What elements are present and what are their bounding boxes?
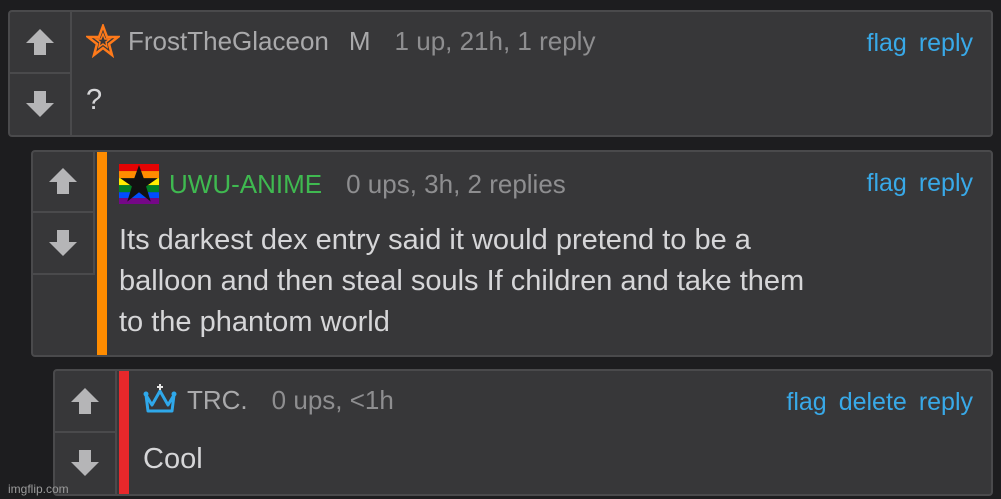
reply-link[interactable]: reply xyxy=(919,388,973,417)
watermark: imgflip.com xyxy=(8,482,69,496)
reply-link[interactable]: reply xyxy=(919,29,973,58)
flag-link[interactable]: flag xyxy=(867,29,907,58)
comment-trc: TRC. 0 ups, <1h flag delete reply Cool xyxy=(53,369,993,496)
downvote-button[interactable] xyxy=(10,74,70,136)
arrow-up-icon xyxy=(49,168,77,195)
comment-text: ? xyxy=(86,84,103,116)
arrow-up-icon xyxy=(71,387,99,414)
reply-stripe xyxy=(119,371,129,494)
upvote-button[interactable] xyxy=(33,152,93,213)
comment-stats: 1 up, 21h, 1 reply xyxy=(394,25,596,56)
reply-stripe xyxy=(97,152,107,355)
star-outline-icon xyxy=(86,24,120,58)
username[interactable]: FrostTheGlaceon xyxy=(128,26,329,57)
reply-link[interactable]: reply xyxy=(919,169,973,198)
downvote-button[interactable] xyxy=(33,213,93,274)
comment-text: Its darkest dex entry said it would pret… xyxy=(119,224,805,338)
crown-icon xyxy=(143,384,177,413)
comment-frosttheglaceon: FrostTheGlaceon M 1 up, 21h, 1 reply fla… xyxy=(8,10,993,137)
arrow-down-icon xyxy=(49,229,77,256)
vote-column xyxy=(10,12,72,135)
vote-column xyxy=(55,371,117,494)
flag-link[interactable]: flag xyxy=(786,388,826,417)
vote-column xyxy=(33,152,95,275)
comment-stats: 0 ups, <1h xyxy=(271,384,394,415)
username[interactable]: UWU-ANIME xyxy=(169,169,322,200)
arrow-up-icon xyxy=(26,28,54,55)
mod-badge: M xyxy=(348,25,371,56)
username[interactable]: TRC. xyxy=(187,385,248,416)
rainbow-star-flag-icon xyxy=(119,164,159,204)
delete-link[interactable]: delete xyxy=(839,388,907,417)
flag-link[interactable]: flag xyxy=(867,169,907,198)
arrow-down-icon xyxy=(71,450,99,477)
comment-text: Cool xyxy=(143,443,203,475)
comment-stats: 0 ups, 3h, 2 replies xyxy=(346,168,566,199)
arrow-down-icon xyxy=(26,91,54,118)
comment-uwu-anime: UWU-ANIME 0 ups, 3h, 2 replies flag repl… xyxy=(31,150,993,357)
upvote-button[interactable] xyxy=(55,371,115,433)
upvote-button[interactable] xyxy=(10,12,70,74)
